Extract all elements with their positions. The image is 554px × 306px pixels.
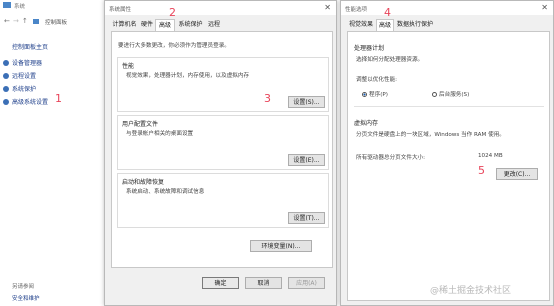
- step-1: 1: [55, 92, 62, 105]
- virtual-memory-title: 虚拟内存: [354, 120, 379, 127]
- address-icon: [33, 19, 39, 24]
- processor-title: 处理器计划: [354, 45, 385, 52]
- radio-background-services[interactable]: 后台服务(S): [432, 90, 469, 98]
- virtual-memory-desc: 分页文件是硬盘上的一块区域，Windows 当作 RAM 使用。: [356, 132, 505, 138]
- total-paging-label: 所有驱动器总分页文件大小:: [356, 155, 426, 161]
- shield-icon: [3, 73, 9, 79]
- step-4: 4: [384, 6, 391, 19]
- nav-label: 系统保护: [12, 86, 37, 93]
- close-icon[interactable]: ✕: [324, 3, 331, 12]
- tab-computer-name[interactable]: 计算机名: [111, 19, 138, 31]
- nav-label: 远程设置: [12, 73, 37, 80]
- tab-hardware[interactable]: 硬件: [139, 19, 155, 31]
- performance-group: 性能 视觉效果，处理器计划，内存使用，以及虚拟内存 设置(S)...: [117, 57, 329, 112]
- radio-label: 后台服务(S): [439, 92, 470, 98]
- performance-options-dialog: 性能选项 ✕ 视觉效果 高级 数据执行保护 4 处理器计划 选择如何分配处理器资…: [340, 0, 554, 306]
- dialog-title: 性能选项: [345, 7, 368, 13]
- startup-recovery-group: 启动和故障恢复 系统启动、系统故障和调试信息 设置(T)...: [117, 173, 329, 228]
- security-link[interactable]: 安全和维护: [12, 294, 40, 302]
- address-bar[interactable]: 控制面板: [45, 18, 67, 26]
- environment-variables-button[interactable]: 环境变量(N)...: [250, 240, 312, 252]
- user-profiles-group: 用户配置文件 与登录帐户相关的桌面设置 设置(E)...: [117, 115, 329, 170]
- nav-item-advanced-settings[interactable]: 高级系统设置: [3, 97, 48, 106]
- processor-adjust-label: 调整以优化性能:: [356, 77, 398, 83]
- forward-arrow-icon[interactable]: →: [13, 17, 19, 25]
- step-2: 2: [169, 6, 176, 19]
- control-panel-window: 系统 ← → ↑ 控制面板 控制面板主页 设备管理器 远程设置 系统保护 高级系…: [0, 0, 105, 306]
- admin-note: 要进行大多数更改，你必须作为管理员登录。: [118, 43, 230, 49]
- watermark: @稀土掘金技术社区: [430, 286, 512, 296]
- total-paging-value: 1024 MB: [478, 153, 503, 159]
- nav-item-system-protection[interactable]: 系统保护: [3, 84, 36, 93]
- performance-desc: 视觉效果，处理器计划，内存使用，以及虚拟内存: [126, 73, 250, 79]
- step-5: 5: [478, 164, 485, 177]
- cancel-button[interactable]: 取消: [245, 277, 282, 289]
- radio-programs[interactable]: 程序(P): [362, 90, 388, 98]
- system-properties-titlebar: 系统属性 ✕: [105, 1, 336, 15]
- performance-options-titlebar: 性能选项 ✕: [341, 1, 553, 15]
- tab-advanced[interactable]: 高级: [155, 19, 175, 31]
- nav-label: 设备管理器: [12, 60, 43, 67]
- home-link[interactable]: 控制面板主页: [12, 42, 48, 51]
- advanced-tab-panel: 要进行大多数更改，你必须作为管理员登录。 性能 视觉效果，处理器计划，内存使用，…: [111, 31, 333, 268]
- performance-options-tabs: 视觉效果 高级 数据执行保护: [347, 19, 547, 31]
- radio-selected-icon: [362, 92, 367, 97]
- shield-icon: [3, 86, 9, 92]
- radio-label: 程序(P): [369, 92, 388, 98]
- tab-dep[interactable]: 数据执行保护: [395, 19, 435, 31]
- close-icon[interactable]: ✕: [541, 3, 548, 12]
- system-properties-tabs: 计算机名 硬件 高级 系统保护 远程: [111, 19, 333, 31]
- ok-button[interactable]: 确定: [202, 277, 239, 289]
- shield-icon: [3, 60, 9, 66]
- divider: [354, 106, 544, 107]
- dialog-title: 系统属性: [109, 7, 132, 13]
- user-profiles-title: 用户配置文件: [122, 121, 159, 128]
- user-profiles-settings-button[interactable]: 设置(E)...: [288, 154, 325, 166]
- shield-icon: [3, 99, 9, 105]
- nav-item-device-manager[interactable]: 设备管理器: [3, 58, 42, 67]
- performance-settings-button[interactable]: 设置(S)...: [288, 96, 325, 108]
- tab-advanced[interactable]: 高级: [376, 19, 394, 31]
- tab-visual-effects[interactable]: 视觉效果: [347, 19, 375, 31]
- system-properties-dialog: 系统属性 ✕ 计算机名 硬件 高级 系统保护 远程 2 要进行大多数更改，你必须…: [104, 0, 337, 306]
- step-3: 3: [264, 92, 271, 105]
- performance-title: 性能: [122, 63, 135, 70]
- control-panel-title: 系统: [14, 4, 26, 10]
- change-button[interactable]: 更改(C)...: [496, 168, 538, 180]
- radio-unselected-icon: [432, 92, 437, 97]
- startup-recovery-desc: 系统启动、系统故障和调试信息: [126, 189, 205, 195]
- see-also-heading: 另请参阅: [12, 284, 35, 290]
- startup-recovery-title: 启动和故障恢复: [122, 179, 165, 186]
- back-arrow-icon[interactable]: ←: [4, 17, 10, 25]
- startup-recovery-settings-button[interactable]: 设置(T)...: [288, 212, 325, 224]
- nav-label: 高级系统设置: [12, 99, 49, 106]
- computer-icon: [3, 2, 11, 8]
- nav-item-remote-settings[interactable]: 远程设置: [3, 71, 36, 80]
- tab-remote[interactable]: 远程: [206, 19, 222, 31]
- tab-system-protection[interactable]: 系统保护: [176, 19, 205, 31]
- user-profiles-desc: 与登录帐户相关的桌面设置: [126, 131, 194, 137]
- up-arrow-icon[interactable]: ↑: [22, 17, 28, 25]
- processor-desc: 选择如何分配处理器资源。: [356, 57, 424, 63]
- perf-advanced-panel: 处理器计划 选择如何分配处理器资源。 调整以优化性能: 程序(P) 后台服务(S…: [347, 31, 550, 301]
- apply-button[interactable]: 应用(A): [288, 277, 325, 289]
